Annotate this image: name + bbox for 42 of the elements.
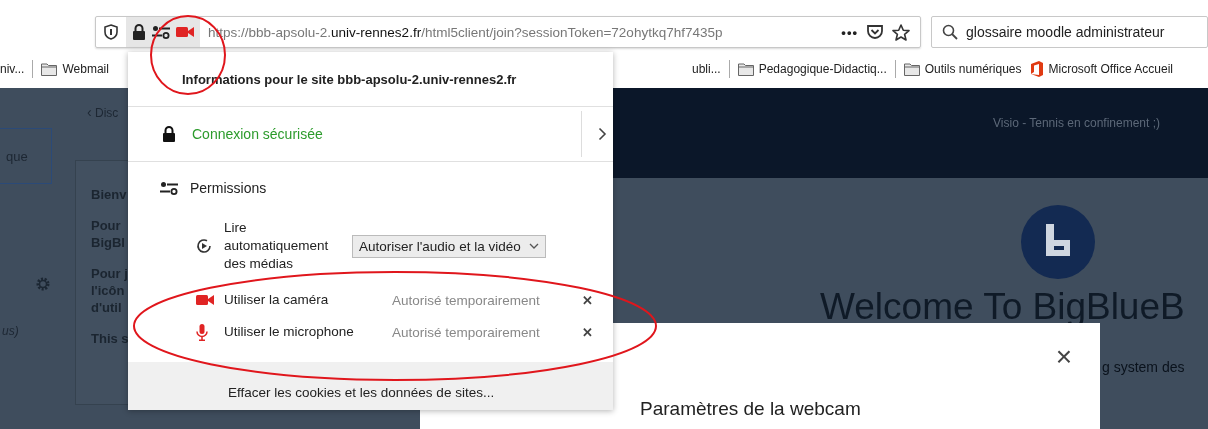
logo-icon: [1020, 204, 1096, 280]
folder-icon: [737, 62, 754, 76]
autoplay-dropdown[interactable]: Autoriser l'audio et la vidéo: [352, 234, 546, 258]
bookmark-item[interactable]: Microsoft Office Accueil: [1029, 61, 1173, 77]
connection-status: Connexion sécurisée: [192, 126, 324, 142]
permission-status: Autorisé temporairement: [392, 292, 541, 308]
star-icon[interactable]: [892, 23, 910, 41]
permission-status: Autorisé temporairement: [392, 324, 541, 340]
permissions-heading: Permissions: [190, 180, 267, 196]
bookmark-item[interactable]: niv...: [0, 62, 25, 76]
lock-icon[interactable]: [132, 24, 146, 40]
folder-icon: [903, 62, 920, 76]
bookmark-item[interactable]: Webmail: [41, 62, 109, 76]
permission-label: Utiliser la caméra: [224, 290, 330, 309]
remove-permission-button[interactable]: ✕: [582, 324, 593, 340]
close-button[interactable]: ×: [1055, 343, 1072, 371]
search-icon: [942, 24, 958, 40]
more-actions-button[interactable]: •••: [841, 24, 858, 40]
folder-icon: [41, 62, 58, 76]
bookmark-item[interactable]: Pedagogique-Didactiq...: [737, 62, 887, 76]
pocket-icon[interactable]: [866, 24, 884, 40]
permission-label: Utiliser le microphone: [224, 322, 355, 341]
sliders-icon[interactable]: [152, 25, 170, 39]
welcome-subtitle: g system des: [1102, 359, 1186, 375]
play-icon: [196, 238, 212, 254]
permission-label: Lire automatiquement des médias: [224, 218, 330, 274]
dialog-title: Paramètres de la webcam: [640, 398, 861, 420]
lock-icon: [162, 126, 176, 142]
camera-icon: [196, 294, 214, 306]
sliders-icon: [160, 181, 178, 195]
bookmark-item[interactable]: ubli...: [692, 62, 721, 76]
bookmark-item[interactable]: Outils numériques: [903, 62, 1022, 76]
chevron-right-icon[interactable]: [598, 127, 607, 141]
chevron-down-icon: [528, 243, 539, 249]
search-field[interactable]: glossaire moodle administrateur: [931, 16, 1208, 48]
meeting-title: Visio - Tennis en confinement ;): [993, 116, 1160, 130]
remove-permission-button[interactable]: ✕: [582, 292, 593, 308]
clear-cookies-button[interactable]: Effacer les cookies et les données de sites...: [228, 385, 495, 400]
microphone-icon: [196, 323, 208, 341]
office-logo-icon: [1029, 61, 1044, 77]
shield-icon[interactable]: [104, 24, 118, 40]
camera-icon[interactable]: [176, 26, 194, 38]
